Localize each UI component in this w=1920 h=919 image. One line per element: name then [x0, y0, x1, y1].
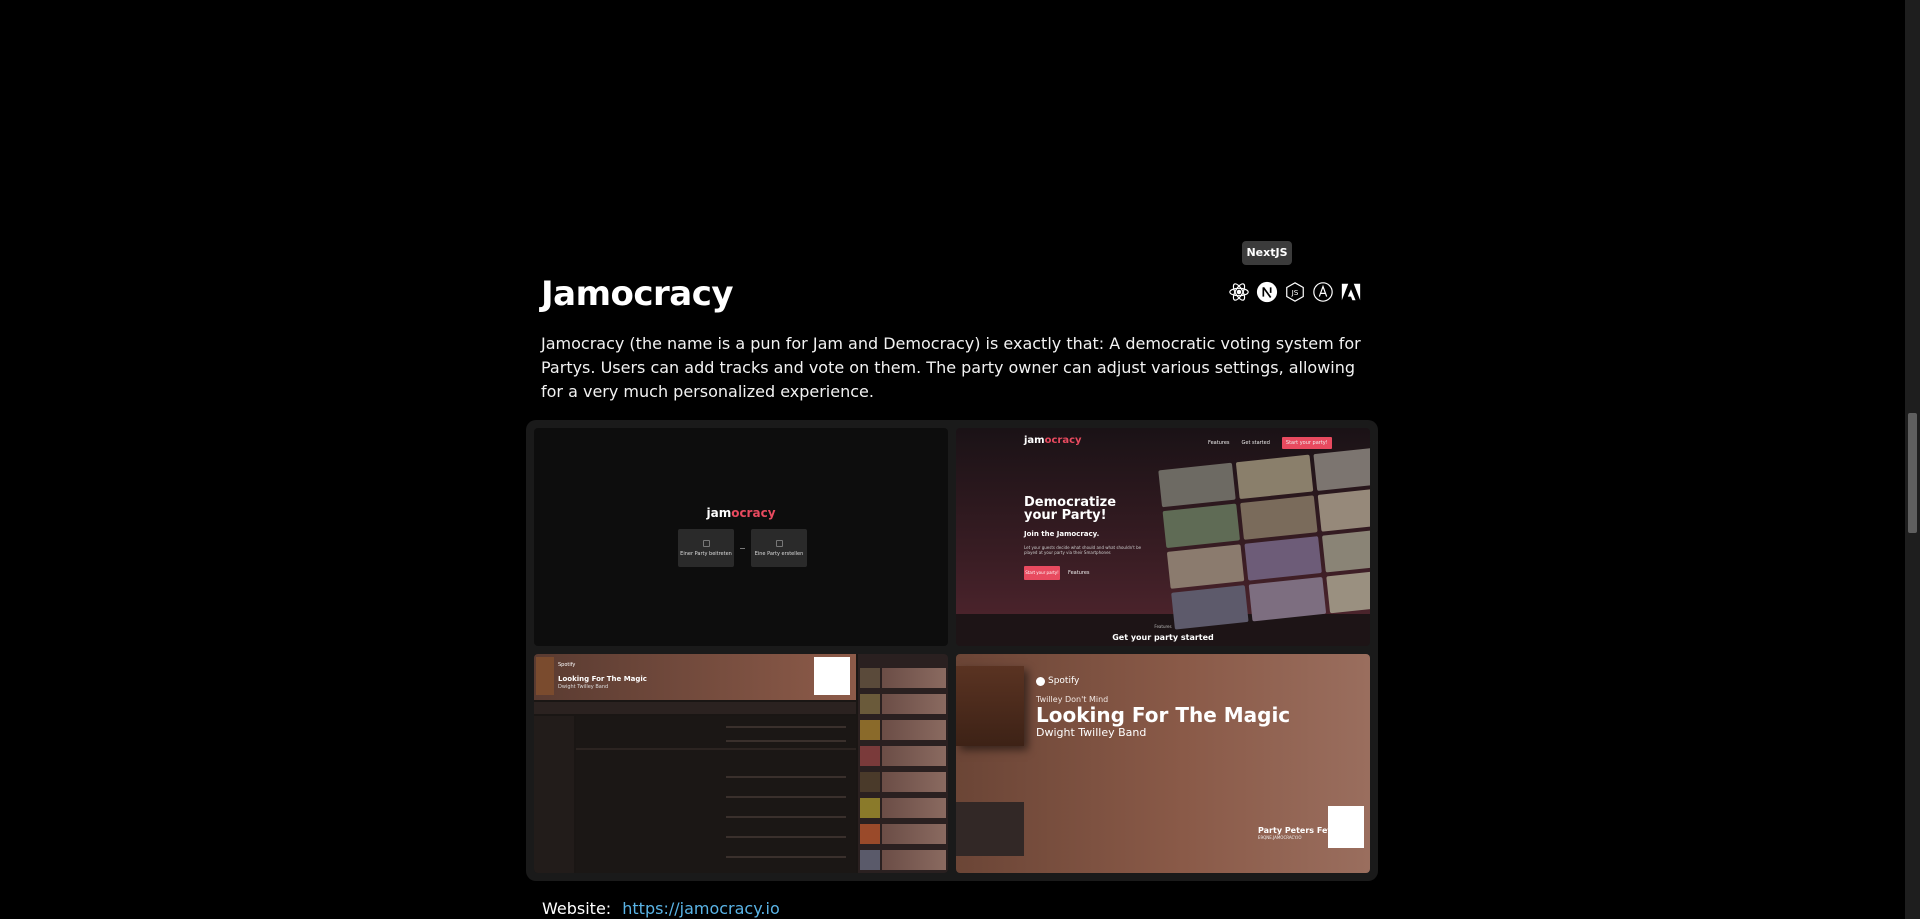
adobe-icon[interactable]: [1340, 281, 1362, 303]
nav-get-started: Get started: [1241, 440, 1270, 446]
screenshot-join-party[interactable]: jamocracy Einer Party beitreten Eine Par…: [534, 428, 948, 646]
landing-nav: Features Get started Start your party!: [1208, 437, 1332, 449]
party-name: Party Peters Fete: [1258, 826, 1337, 835]
screenshot-landing[interactable]: jamocracy Features Get started Start you…: [956, 428, 1370, 646]
tech-stack-icons: JS: [1228, 281, 1362, 303]
queue-list: [858, 654, 948, 873]
now-playing-bar: Spotify Looking For The Magic Dwight Twi…: [534, 654, 856, 700]
join-icon: [702, 539, 710, 547]
landing-features-link: Features: [1068, 570, 1090, 576]
nav-features: Features: [1208, 440, 1230, 446]
divider: [740, 547, 745, 549]
landing-cta: Start your party!: [1024, 566, 1060, 580]
website-row: Website: https://jamocracy.io: [542, 899, 780, 918]
album-cover: [956, 666, 1024, 746]
party-code: E9QNE.JAMOCRACY.IO: [1258, 835, 1302, 840]
album-collage: [1158, 446, 1370, 630]
jamocracy-logo: jamocracy: [706, 506, 776, 520]
landing-body: Let your guests decide what should and w…: [1024, 545, 1142, 555]
qr-code: [814, 657, 850, 695]
jamocracy-logo: jamocracy: [1024, 435, 1082, 446]
angular-icon[interactable]: [1312, 281, 1334, 303]
features-label: Features: [1154, 624, 1172, 629]
react-icon[interactable]: [1228, 281, 1250, 303]
website-label: Website:: [542, 899, 612, 918]
scrollbar-thumb[interactable]: [1908, 413, 1917, 533]
join-party-card: Einer Party beitreten: [678, 529, 734, 567]
screenshot-dashboard[interactable]: Spotify Looking For The Magic Dwight Twi…: [534, 654, 948, 873]
svg-text:JS: JS: [1291, 288, 1299, 297]
tech-tooltip: NextJS: [1242, 241, 1292, 265]
queue-preview: [956, 802, 1024, 856]
landing-hero: jamocracy Features Get started Start you…: [956, 428, 1370, 630]
website-link[interactable]: https://jamocracy.io: [622, 899, 779, 918]
landing-headline: Democratize your Party!: [1024, 495, 1117, 523]
project-description: Jamocracy (the name is a pun for Jam and…: [541, 334, 1361, 401]
song-title: Looking For The Magic: [1036, 703, 1291, 727]
settings-panel: [576, 716, 856, 873]
spotify-icon: [1036, 676, 1045, 686]
nextjs-icon[interactable]: [1256, 281, 1278, 303]
scrollbar[interactable]: [1905, 0, 1920, 919]
song-title: Looking For The Magic: [558, 675, 647, 683]
song-artist: Dwight Twilley Band: [558, 684, 609, 690]
pencil-icon: [775, 539, 783, 547]
screenshot-gallery: jamocracy Einer Party beitreten Eine Par…: [526, 420, 1378, 881]
landing-subheading: Join the Jamocracy.: [1024, 530, 1100, 538]
qr-code: [1328, 806, 1364, 848]
nodejs-icon[interactable]: JS: [1284, 281, 1306, 303]
create-party-card: Eine Party erstellen: [751, 529, 807, 567]
toolbar: [534, 702, 856, 714]
spotify-label: Spotify: [1036, 676, 1079, 686]
spotify-label: Spotify: [558, 662, 576, 668]
features-heading: Get your party started: [1112, 633, 1214, 642]
song-artist: Dwight Twilley Band: [1036, 726, 1147, 739]
settings-sidebar: [534, 716, 574, 873]
project-title: Jamocracy: [541, 274, 734, 314]
screenshot-player[interactable]: Spotify Twilley Don't Mind Looking For T…: [956, 654, 1370, 873]
nav-start-party: Start your party!: [1281, 437, 1332, 449]
album-cover: [536, 657, 554, 695]
